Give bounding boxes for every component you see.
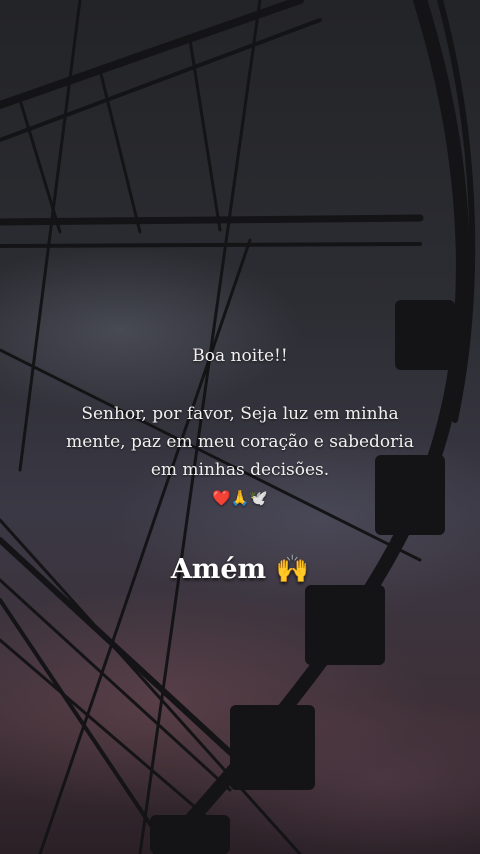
amen-text: Amém 🙌 [170,554,310,585]
emoji-row: ❤️🙏🕊️ [211,489,269,507]
prayer-text: Senhor, por favor, Seja luz em minha men… [66,404,414,480]
greeting-text: Boa noite!! [192,346,288,366]
